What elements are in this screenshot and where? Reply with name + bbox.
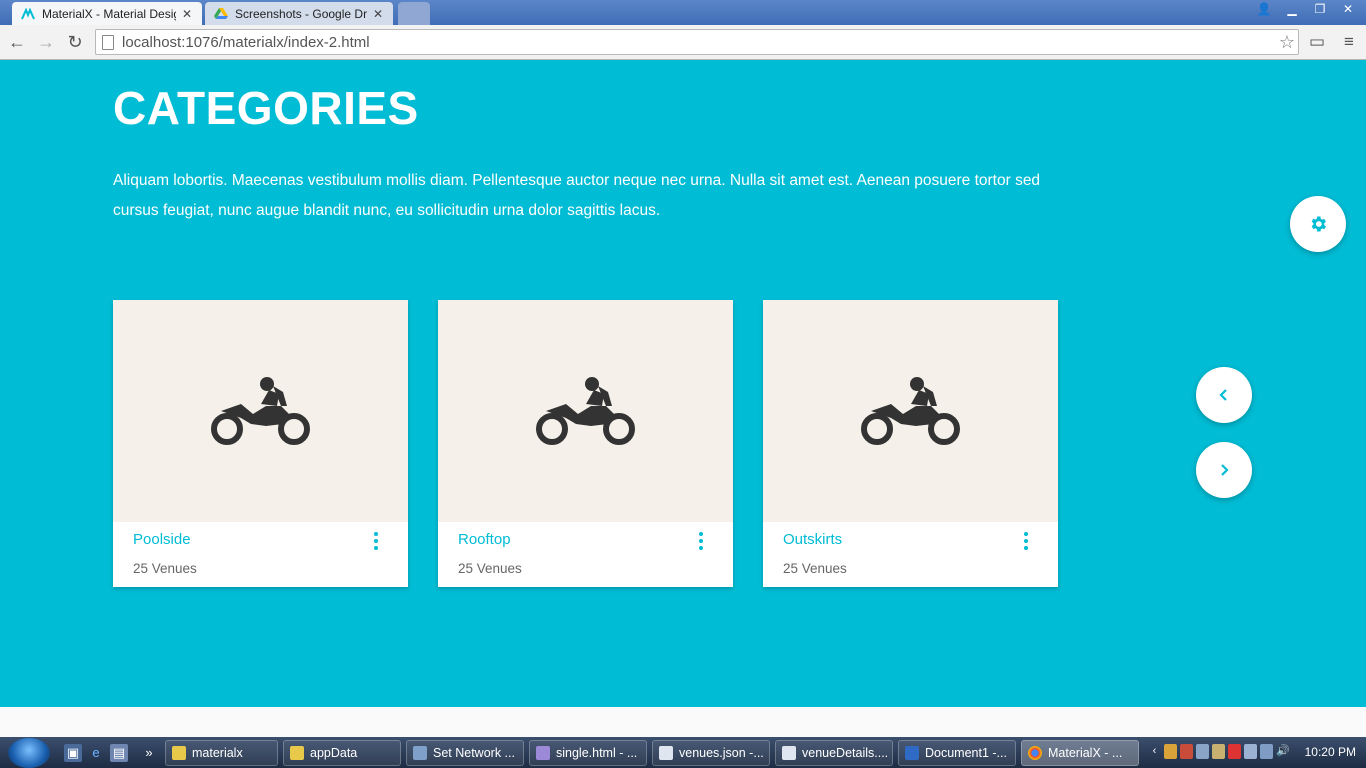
- taskbar-item-label: Set Network ...: [433, 746, 515, 760]
- close-icon[interactable]: ✕: [371, 7, 385, 21]
- card-title[interactable]: Outskirts: [783, 531, 842, 548]
- menu-icon[interactable]: ≡: [1338, 31, 1360, 53]
- taskbar-item-label: single.html - ...: [556, 746, 638, 760]
- notepad-icon: [659, 746, 673, 760]
- more-vert-icon[interactable]: [1016, 532, 1036, 550]
- system-tray: ‹ 🔊: [1148, 744, 1290, 759]
- page-icon: [102, 34, 114, 50]
- tray-app-icon[interactable]: [1196, 744, 1209, 759]
- taskbar-item-materialx[interactable]: materialx: [165, 740, 278, 766]
- minimize-icon[interactable]: ▁: [1278, 0, 1306, 18]
- settings-button[interactable]: [1290, 196, 1346, 252]
- folder-icon: [172, 746, 186, 760]
- card-subtitle: 25 Venues: [133, 561, 197, 576]
- chrome-icon: [1028, 746, 1042, 760]
- bookmark-star-icon[interactable]: ☆: [1276, 32, 1298, 53]
- gear-icon: [1311, 216, 1326, 232]
- taskbar-item-label: MaterialX - ...: [1048, 746, 1123, 760]
- tray-app-icon[interactable]: [1212, 744, 1225, 759]
- network-icon: [413, 746, 427, 760]
- taskbar-item-label: materialx: [192, 746, 243, 760]
- folder-icon: [290, 746, 304, 760]
- close-window-icon[interactable]: ✕: [1334, 0, 1362, 18]
- taskbar-item-venues-json[interactable]: venues.json -...: [652, 740, 770, 766]
- more-vert-icon[interactable]: [366, 532, 386, 550]
- word-icon: [905, 746, 919, 760]
- more-vert-icon[interactable]: [691, 532, 711, 550]
- tray-expand-icon[interactable]: ‹: [1148, 744, 1161, 759]
- card-title[interactable]: Poolside: [133, 531, 191, 548]
- card-title[interactable]: Rooftop: [458, 531, 511, 548]
- internet-explorer-icon[interactable]: e: [87, 744, 105, 762]
- taskbar-item-chrome[interactable]: MaterialX - ...: [1021, 740, 1139, 766]
- page-footer-strip: [0, 707, 1366, 737]
- tray-app-icon[interactable]: [1164, 744, 1177, 759]
- network-tray-icon[interactable]: [1260, 744, 1273, 759]
- materialx-icon: [20, 6, 36, 22]
- tab-title: Screenshots - Google Driv: [235, 6, 367, 21]
- user-icon[interactable]: 👤: [1250, 0, 1278, 18]
- taskbar-item-label: appData: [310, 746, 358, 760]
- page-title: CATEGORIES: [113, 82, 419, 134]
- forward-icon[interactable]: →: [35, 31, 57, 53]
- browser-toolbar: ← → ↻ localhost:1076/materialx/index-2.h…: [0, 25, 1366, 60]
- category-card-rooftop[interactable]: Rooftop 25 Venues: [438, 300, 733, 587]
- clock[interactable]: 10:20 PM: [1305, 745, 1356, 759]
- google-drive-icon: [213, 6, 229, 22]
- carousel-prev-button[interactable]: [1196, 367, 1252, 423]
- motorcycle-icon: [535, 377, 635, 445]
- taskbar-item-label: venues.json -...: [679, 746, 764, 760]
- card-media: [113, 300, 408, 522]
- close-icon[interactable]: ✕: [180, 7, 194, 21]
- tab-google-drive[interactable]: Screenshots - Google Driv ✕: [205, 2, 393, 25]
- taskbar: ▣ e ▤ » materialx appData Set Network ..…: [0, 737, 1366, 768]
- tab-title: MaterialX - Material Desig: [42, 6, 176, 21]
- tray-app-icon[interactable]: [1228, 744, 1241, 759]
- carousel-next-button[interactable]: [1196, 442, 1252, 498]
- chevron-left-icon: [1219, 389, 1227, 401]
- section-description: Aliquam lobortis. Maecenas vestibulum mo…: [113, 172, 1041, 219]
- url-text[interactable]: localhost:1076/materialx/index-2.html: [122, 34, 1276, 51]
- back-icon[interactable]: ←: [6, 31, 28, 53]
- taskbar-item-label: venueDetails....: [802, 746, 889, 760]
- card-subtitle: 25 Venues: [458, 561, 522, 576]
- card-media: [438, 300, 733, 522]
- show-desktop-icon[interactable]: ▣: [64, 744, 82, 762]
- overflow-chevron-icon[interactable]: »: [140, 744, 158, 762]
- reload-icon[interactable]: ↻: [64, 31, 86, 53]
- category-card-outskirts[interactable]: Outskirts 25 Venues: [763, 300, 1058, 587]
- chevron-right-icon: [1221, 464, 1229, 476]
- editor-icon: [536, 746, 550, 760]
- motorcycle-icon: [210, 377, 310, 445]
- taskbar-item-single-html[interactable]: single.html - ...: [529, 740, 647, 766]
- taskbar-item-appdata[interactable]: appData: [283, 740, 401, 766]
- notepad-icon: [782, 746, 796, 760]
- restore-icon[interactable]: ❐: [1306, 0, 1334, 18]
- card-subtitle: 25 Venues: [783, 561, 847, 576]
- windows-explorer-icon[interactable]: ▤: [110, 744, 128, 762]
- categories-section: CATEGORIES Aliquam lobortis. Maecenas ve…: [0, 61, 1366, 707]
- motorcycle-icon: [860, 377, 960, 445]
- tab-materialx[interactable]: MaterialX - Material Desig ✕: [12, 2, 202, 25]
- browser-tab-strip: MaterialX - Material Desig ✕ Screenshots…: [0, 0, 1366, 25]
- taskbar-item-set-network[interactable]: Set Network ...: [406, 740, 524, 766]
- volume-icon[interactable]: 🔊: [1276, 744, 1290, 759]
- battery-icon[interactable]: [1244, 744, 1257, 759]
- cast-icon[interactable]: ▭: [1306, 31, 1328, 53]
- window-controls: 👤 ▁ ❐ ✕: [1250, 0, 1362, 18]
- taskbar-item-label: Document1 -...: [925, 746, 1007, 760]
- card-media: [763, 300, 1058, 522]
- taskbar-item-document1[interactable]: Document1 -...: [898, 740, 1016, 766]
- category-card-poolside[interactable]: Poolside 25 Venues: [113, 300, 408, 587]
- tray-app-icon[interactable]: [1180, 744, 1193, 759]
- taskbar-item-venuedetails[interactable]: venueDetails....: [775, 740, 893, 766]
- start-button[interactable]: [8, 738, 50, 768]
- new-tab-button[interactable]: [398, 2, 430, 25]
- address-bar[interactable]: localhost:1076/materialx/index-2.html ☆: [95, 29, 1299, 55]
